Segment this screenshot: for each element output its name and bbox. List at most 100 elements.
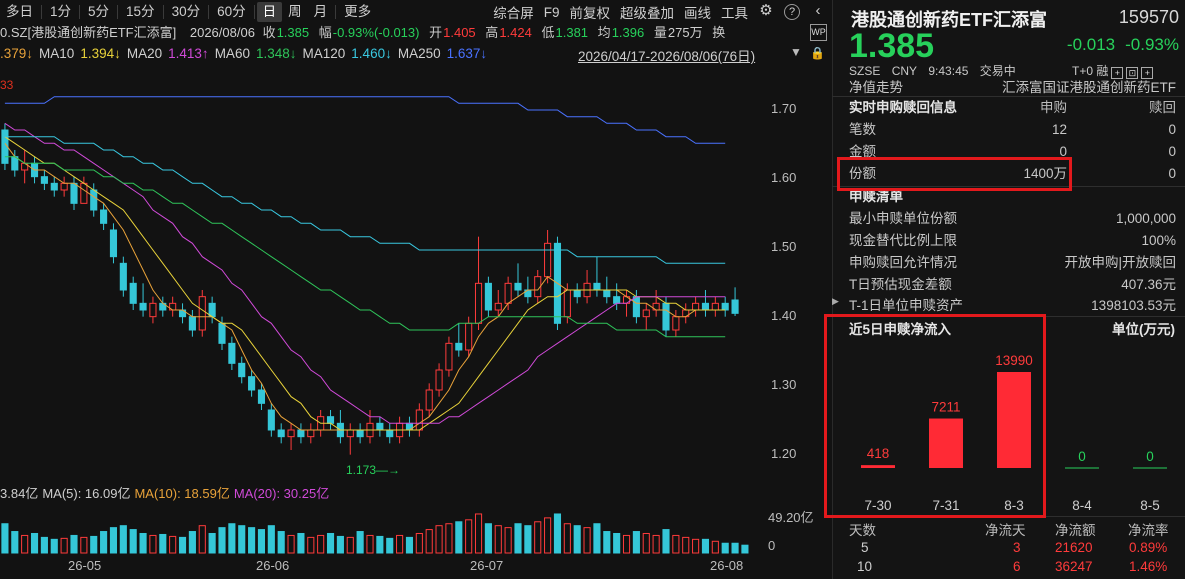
- list-value: 407.36元: [1121, 277, 1176, 292]
- trade-status: 交易中: [979, 64, 1016, 78]
- candle-body: [692, 302, 700, 311]
- candle-body: [188, 316, 196, 331]
- chevron-left-icon[interactable]: ‹: [810, 3, 826, 20]
- volume-bar: [366, 534, 374, 554]
- volume-bar: [80, 536, 88, 554]
- ma-legend: .379↓ MA10 1.394↓ MA20 1.413↑ MA60 1.348↓ MA120…: [0, 44, 493, 64]
- tf-month[interactable]: 月: [308, 2, 334, 22]
- candle-body: [504, 282, 512, 304]
- volume-bar: [70, 534, 78, 554]
- list-value: 1398103.53元: [1091, 298, 1176, 313]
- ma-legend-item: .379↓: [0, 46, 34, 61]
- change-abs: -0.013: [1066, 35, 1116, 54]
- tf-30min[interactable]: 30分: [166, 2, 207, 22]
- volume-bar: [50, 538, 58, 554]
- candle-body: [356, 429, 364, 438]
- lock-icon[interactable]: 🔒: [810, 46, 825, 60]
- tf-multi-day[interactable]: 多日: [0, 2, 39, 22]
- high-label: 高: [485, 25, 499, 40]
- candlestick-chart[interactable]: [0, 70, 760, 470]
- volume-bar: [228, 523, 236, 554]
- price-axis-label: 1.70: [771, 101, 797, 116]
- candle-body: [672, 316, 680, 331]
- price-axis-label: 1.20: [771, 446, 797, 461]
- volume-bar: [30, 532, 39, 554]
- toolbar-divider: [117, 5, 119, 19]
- volume-legend-item: MA(5): 16.09亿: [42, 486, 131, 501]
- tf-15min[interactable]: 15分: [120, 2, 161, 22]
- ma-legend-item: 1.460↓: [351, 46, 392, 61]
- wp-badge-icon[interactable]: WP: [810, 24, 827, 41]
- month-label: 26-07: [470, 558, 504, 573]
- candle-body: [455, 342, 463, 351]
- candle-body: [277, 429, 285, 438]
- volume-bar: [257, 529, 266, 554]
- draw-button[interactable]: 画线: [679, 2, 716, 22]
- candle-body: [346, 429, 354, 438]
- flow-bar-label: 0: [1146, 449, 1154, 464]
- volume-bar: [159, 533, 167, 554]
- overlay-button[interactable]: 超级叠加: [615, 2, 679, 22]
- volume-bar: [267, 525, 275, 554]
- f9-button[interactable]: F9: [539, 5, 565, 20]
- price-change: -0.013 -0.93%: [1067, 35, 1179, 55]
- date-range[interactable]: 2026/04/17-2026/08/06(76日): [578, 45, 755, 65]
- volume-bar: [326, 532, 335, 554]
- candle-body: [662, 302, 670, 331]
- chart-panel: 多日 1分 5分 15分 30分 60分 日 周 月 更多 综合屏 F9 前复权…: [0, 0, 831, 579]
- volume-bar: [100, 531, 108, 554]
- composite-screen-button[interactable]: 综合屏: [488, 2, 539, 22]
- volume-chart[interactable]: [0, 505, 760, 554]
- candle-body: [326, 416, 335, 424]
- volume-bar: [188, 531, 196, 554]
- scroll-indicator-icon[interactable]: ▶: [832, 296, 839, 307]
- tf-60min[interactable]: 60分: [211, 2, 252, 22]
- list-key: 最小申赎单位份额: [849, 211, 957, 226]
- gear-icon[interactable]: ⚙: [758, 3, 774, 20]
- adjust-button[interactable]: 前复权: [565, 2, 616, 22]
- candle-body: [90, 189, 98, 211]
- price-axis-label: 1.60: [771, 170, 797, 185]
- high-value: 1.424: [499, 25, 532, 40]
- candle-body: [119, 262, 127, 291]
- volume-bar: [622, 534, 631, 554]
- low-label: 低: [541, 25, 555, 40]
- volume-bar: [139, 532, 147, 554]
- volume-bar: [435, 525, 443, 554]
- table-cell: 36247: [1055, 559, 1093, 574]
- question-icon[interactable]: ?: [784, 4, 800, 20]
- security-code-right: 159570: [1118, 7, 1179, 27]
- vol-value: 275万: [667, 25, 703, 40]
- list-key: T日预估现金差额: [849, 277, 952, 292]
- toolbar-divider: [79, 5, 81, 19]
- exchange: SZSE: [849, 64, 881, 78]
- open-value: 1.405: [443, 25, 476, 40]
- tf-more[interactable]: 更多: [338, 2, 377, 22]
- volume-bar: [474, 513, 483, 554]
- candle-body: [80, 182, 88, 204]
- tf-week[interactable]: 周: [282, 2, 308, 22]
- volume-bar: [741, 544, 749, 554]
- tf-day[interactable]: 日: [256, 2, 283, 22]
- shares-redeem: 0: [1168, 166, 1176, 181]
- ma-legend-item: 1.348↓: [255, 46, 297, 61]
- volume-bar: [149, 534, 157, 554]
- list-row: 最小申赎单位份额 1,000,000: [849, 208, 1177, 230]
- volume-bar: [336, 535, 344, 554]
- tools-button[interactable]: 工具: [716, 2, 753, 22]
- change-pct: -0.93%: [1125, 35, 1179, 54]
- chevron-down-icon[interactable]: ▼: [790, 45, 802, 59]
- tf-5min[interactable]: 5分: [82, 2, 115, 22]
- candle-body: [40, 176, 48, 184]
- candle-body: [632, 296, 640, 318]
- toolbar-divider: [208, 5, 210, 19]
- tf-1min[interactable]: 1分: [44, 2, 77, 22]
- last-price: 1.385: [849, 27, 935, 65]
- price-axis-label: 1.50: [771, 239, 797, 254]
- candle-body: [435, 369, 443, 391]
- change-label: 幅: [318, 25, 332, 40]
- ma-legend-item: MA60: [214, 46, 250, 61]
- candle-body: [238, 362, 246, 378]
- candle-body: [721, 302, 729, 311]
- table-header: 净流天: [985, 523, 1026, 538]
